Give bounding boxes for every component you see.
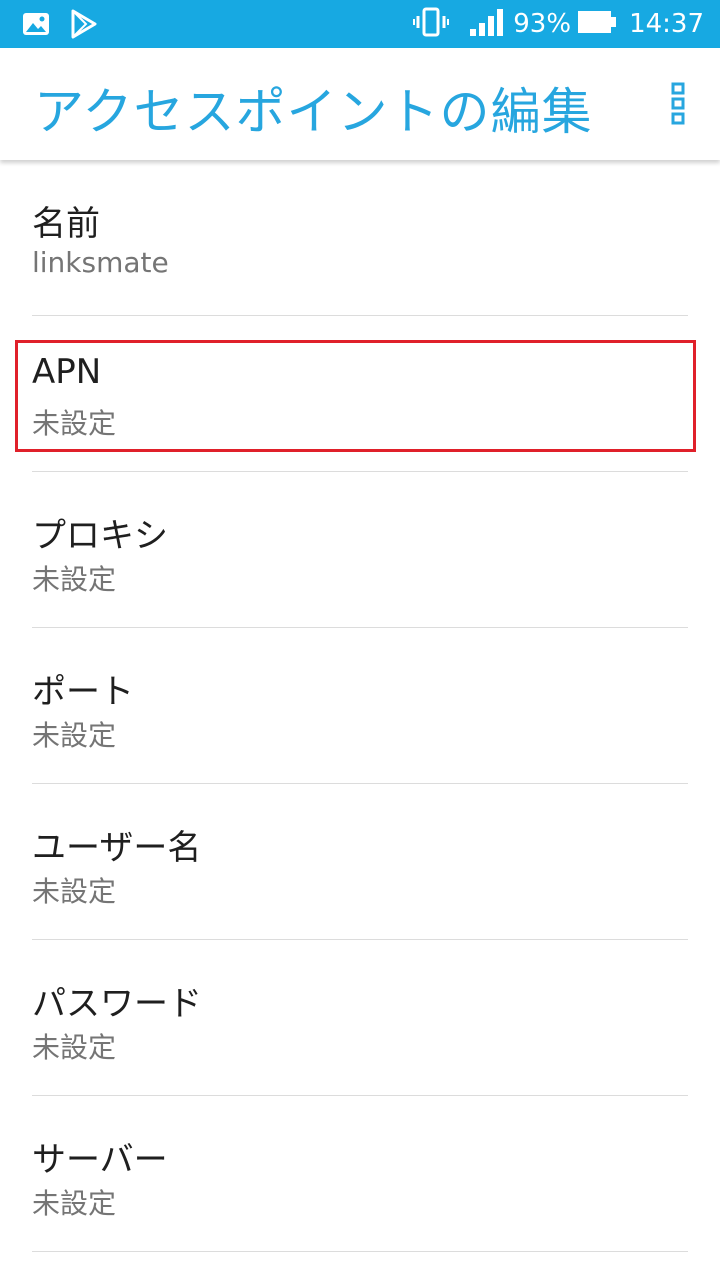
setting-port[interactable]: ポート 未設定 xyxy=(32,628,688,784)
setting-title: プロキシ xyxy=(32,516,168,556)
setting-title: パスワード xyxy=(32,984,202,1024)
clock: 14:37 xyxy=(629,9,704,39)
setting-title: ユーザー名 xyxy=(32,828,202,868)
setting-password[interactable]: パスワード 未設定 xyxy=(32,940,688,1096)
setting-value: 未設定 xyxy=(32,407,117,440)
setting-username[interactable]: ユーザー名 未設定 xyxy=(32,784,688,940)
gallery-icon xyxy=(22,10,50,42)
setting-value: 未設定 xyxy=(32,875,117,908)
setting-title: 名前 xyxy=(32,204,100,244)
setting-title: APN xyxy=(32,352,102,392)
setting-value: 未設定 xyxy=(32,1031,117,1064)
battery-icon xyxy=(577,9,617,39)
battery-percent: 93% xyxy=(513,9,572,39)
setting-value: 未設定 xyxy=(32,1187,117,1220)
status-bar: 93% 14:37 xyxy=(0,0,720,48)
more-vert-icon[interactable] xyxy=(668,82,688,126)
setting-title: サーバー xyxy=(32,1140,168,1180)
setting-value: linksmate xyxy=(32,246,169,279)
apn-settings-list: 名前 linksmate APN 未設定 プロキシ 未設定 ポート 未設定 ユー… xyxy=(0,160,720,1252)
setting-apn[interactable]: APN 未設定 xyxy=(32,316,688,472)
setting-server[interactable]: サーバー 未設定 xyxy=(32,1096,688,1252)
play-store-icon xyxy=(70,9,98,43)
vibrate-icon xyxy=(413,7,450,41)
setting-title: ポート xyxy=(32,672,134,712)
setting-name[interactable]: 名前 linksmate xyxy=(32,160,688,316)
page-title: アクセスポイントの編集 xyxy=(34,83,593,141)
app-bar: アクセスポイントの編集 xyxy=(0,48,720,160)
setting-proxy[interactable]: プロキシ 未設定 xyxy=(32,472,688,628)
setting-value: 未設定 xyxy=(32,563,117,596)
setting-value: 未設定 xyxy=(32,719,117,752)
signal-icon xyxy=(469,7,504,41)
